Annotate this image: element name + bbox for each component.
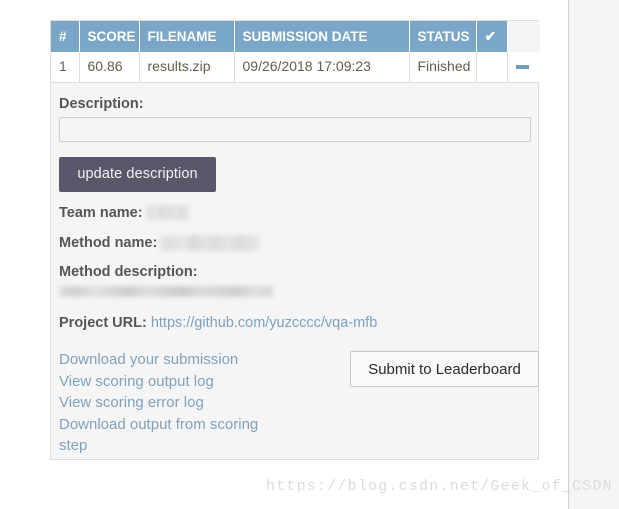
team-name-value-redacted xyxy=(145,205,190,221)
cell-collapse-action[interactable] xyxy=(507,52,540,83)
minus-icon[interactable] xyxy=(515,64,529,69)
team-name-row: Team name: xyxy=(59,205,530,222)
cell-check[interactable] xyxy=(476,52,508,83)
actions-area: Download your submission View scoring ou… xyxy=(59,349,539,459)
column-header-status[interactable]: STATUS xyxy=(409,21,477,52)
table-header-row: # SCORE FILENAME SUBMISSION DATE STATUS … xyxy=(51,21,540,52)
method-description-label: Method description: xyxy=(59,264,198,281)
column-header-score[interactable]: SCORE xyxy=(79,21,140,52)
method-name-label: Method name: xyxy=(59,235,158,252)
method-name-value-redacted xyxy=(160,235,261,252)
action-links-list: Download your submission View scoring ou… xyxy=(59,349,289,457)
view-scoring-error-log-link[interactable]: View scoring error log xyxy=(59,392,289,414)
column-header-filename[interactable]: FILENAME xyxy=(139,21,235,52)
column-header-actions xyxy=(507,21,540,52)
column-header-submission-date[interactable]: SUBMISSION DATE xyxy=(234,21,410,52)
panel-body: Description: update description Team nam… xyxy=(51,83,539,460)
watermark-text: https://blog.csdn.net/Geek_of_CSDN xyxy=(266,478,613,495)
table-row[interactable]: 1 60.86 results.zip 09/26/2018 17:09:23 … xyxy=(51,52,540,83)
column-header-check[interactable]: ✔ xyxy=(476,21,508,52)
column-header-number[interactable]: # xyxy=(51,21,80,52)
cell-submission-date: 09/26/2018 17:09:23 xyxy=(234,52,410,83)
submissions-table: # SCORE FILENAME SUBMISSION DATE STATUS … xyxy=(51,21,540,83)
method-description-row: Method description: xyxy=(59,264,530,297)
method-description-value-redacted xyxy=(59,285,273,297)
download-submission-link[interactable]: Download your submission xyxy=(59,349,289,371)
project-url-row: Project URL: https://github.com/yuzcccc/v… xyxy=(59,315,530,332)
submission-detail-panel: # SCORE FILENAME SUBMISSION DATE STATUS … xyxy=(50,20,540,460)
description-label: Description: xyxy=(59,95,144,112)
team-name-label: Team name: xyxy=(59,204,143,221)
check-icon: ✔ xyxy=(484,27,497,44)
project-url-link[interactable]: https://github.com/yuzcccc/vqa-mfb xyxy=(151,315,377,331)
download-scoring-output-link[interactable]: Download output from scoring step xyxy=(59,414,289,457)
right-sidebar-rail xyxy=(568,0,619,509)
update-description-button[interactable]: update description xyxy=(59,156,216,192)
method-name-row: Method name: xyxy=(59,235,530,252)
view-scoring-output-log-link[interactable]: View scoring output log xyxy=(59,371,289,393)
cell-number: 1 xyxy=(51,52,80,83)
description-input[interactable] xyxy=(59,116,531,142)
cell-filename: results.zip xyxy=(139,52,235,83)
cell-status: Finished xyxy=(409,52,477,83)
project-url-label: Project URL: xyxy=(59,314,147,331)
submit-to-leaderboard-button[interactable]: Submit to Leaderboard xyxy=(350,351,539,388)
cell-score: 60.86 xyxy=(79,52,140,83)
